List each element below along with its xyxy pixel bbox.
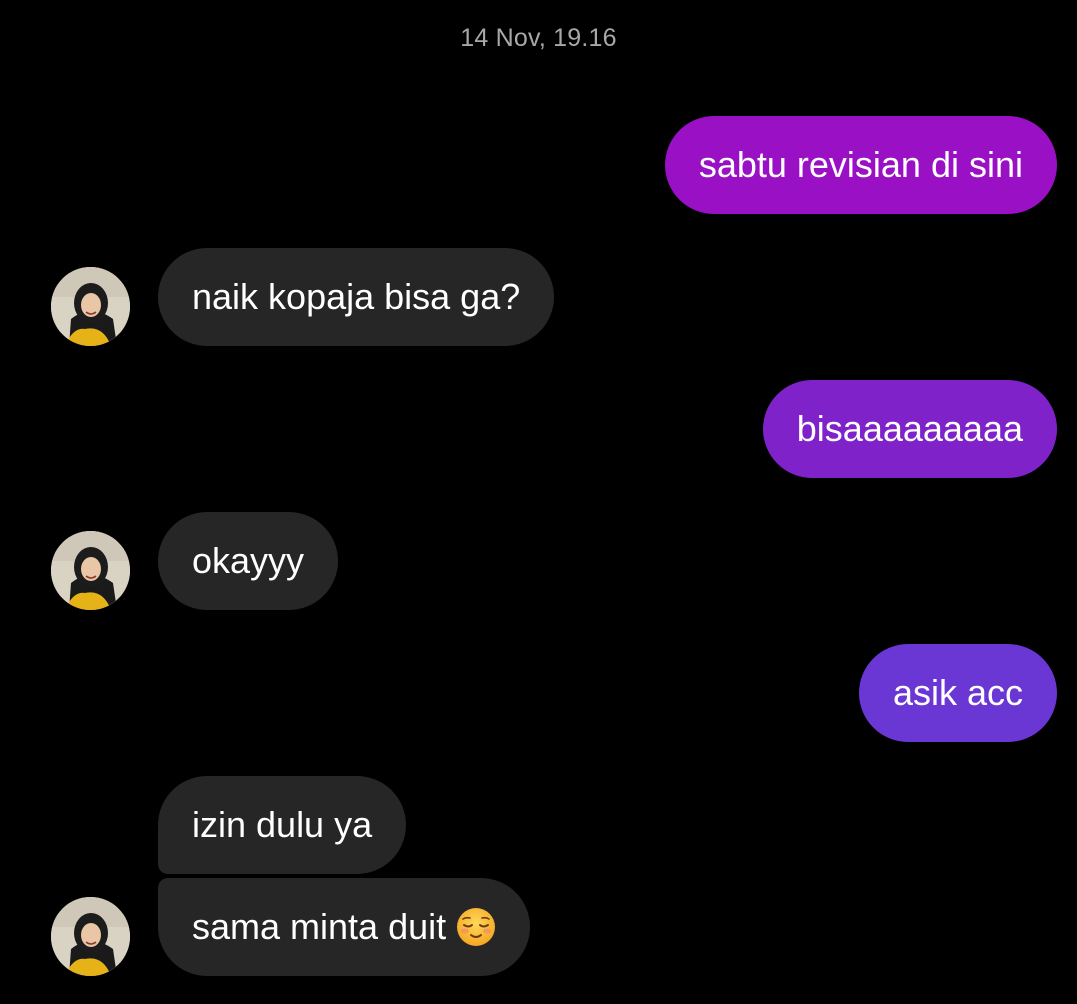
contact-avatar[interactable] (51, 897, 130, 976)
outgoing-message[interactable]: sabtu revisian di sini (664, 116, 1057, 214)
incoming-message[interactable]: okayyy (158, 512, 339, 610)
outgoing-message[interactable]: bisaaaaaaaaa (762, 380, 1057, 478)
message-text: izin dulu ya (192, 804, 373, 845)
message-text: asik acc (892, 672, 1023, 713)
message-timestamp: 14 Nov, 19.16 (460, 24, 617, 52)
contact-avatar[interactable] (51, 267, 130, 346)
message-text: sabtu revisian di sini (698, 144, 1023, 185)
outgoing-message[interactable]: asik acc (858, 644, 1057, 742)
contact-avatar[interactable] (51, 531, 130, 610)
relieved-face-icon (456, 907, 496, 947)
message-text: okayyy (192, 540, 305, 581)
message-text: sama minta duit (192, 906, 447, 947)
message-text: bisaaaaaaaaa (796, 408, 1023, 449)
incoming-message[interactable]: sama minta duit (158, 878, 531, 976)
incoming-message[interactable]: izin dulu ya (158, 776, 407, 874)
message-text: naik kopaja bisa ga? (192, 276, 521, 317)
incoming-message[interactable]: naik kopaja bisa ga? (158, 248, 555, 346)
